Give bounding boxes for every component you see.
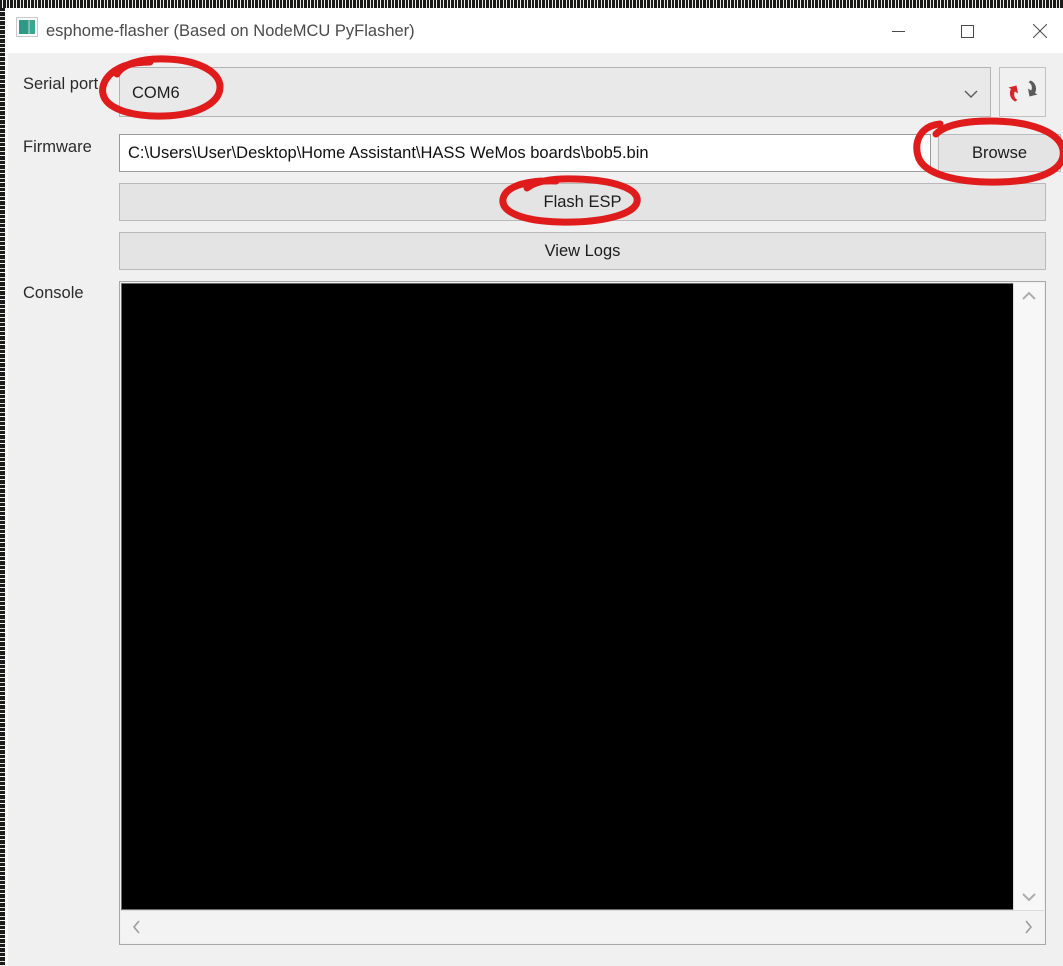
- refresh-icon: [1008, 80, 1037, 101]
- minimize-button[interactable]: [869, 9, 928, 53]
- scroll-down-button[interactable]: [1014, 884, 1044, 910]
- console-vertical-scrollbar[interactable]: [1013, 283, 1044, 910]
- console-panel: [119, 281, 1046, 945]
- scroll-left-button[interactable]: [123, 911, 151, 943]
- maximize-button[interactable]: [938, 9, 997, 53]
- refresh-ports-button[interactable]: [999, 67, 1046, 117]
- console-horizontal-scrollbar[interactable]: [121, 910, 1044, 943]
- console-label: Console: [23, 284, 84, 302]
- firmware-path-input[interactable]: [119, 134, 931, 172]
- chevron-left-icon: [123, 911, 151, 943]
- flash-esp-button[interactable]: Flash ESP: [119, 183, 1046, 221]
- background-window-left-strip: [0, 8, 8, 966]
- scroll-right-button[interactable]: [1014, 911, 1042, 943]
- browse-button[interactable]: Browse: [938, 134, 1061, 172]
- application-icon: [16, 17, 38, 37]
- esphome-flasher-window: esphome-flasher (Based on NodeMCU PyFlas…: [8, 8, 1063, 966]
- title-bar: esphome-flasher (Based on NodeMCU PyFlas…: [8, 9, 1063, 53]
- chevron-down-icon: [1014, 884, 1044, 910]
- firmware-label: Firmware: [23, 138, 92, 156]
- console-output[interactable]: [121, 283, 1014, 910]
- serial-port-label: Serial port: [23, 75, 99, 93]
- view-logs-button[interactable]: View Logs: [119, 232, 1046, 270]
- chevron-up-icon: [1014, 283, 1044, 309]
- window-title: esphome-flasher (Based on NodeMCU PyFlas…: [46, 22, 415, 40]
- maximize-icon: [961, 24, 974, 38]
- chevron-down-icon: [964, 90, 978, 98]
- scroll-up-button[interactable]: [1014, 283, 1044, 309]
- chevron-right-icon: [1014, 911, 1042, 943]
- serial-port-combobox[interactable]: COM6: [119, 67, 991, 117]
- application-icon-glyph: [19, 20, 35, 34]
- screenshot-root: esphome-flasher (Based on NodeMCU PyFlas…: [0, 0, 1063, 966]
- serial-port-value: COM6: [132, 84, 180, 102]
- minimize-icon: [892, 30, 905, 32]
- close-button[interactable]: [1010, 9, 1063, 53]
- close-icon: [1032, 24, 1047, 38]
- background-window-top-strip: [0, 0, 1063, 8]
